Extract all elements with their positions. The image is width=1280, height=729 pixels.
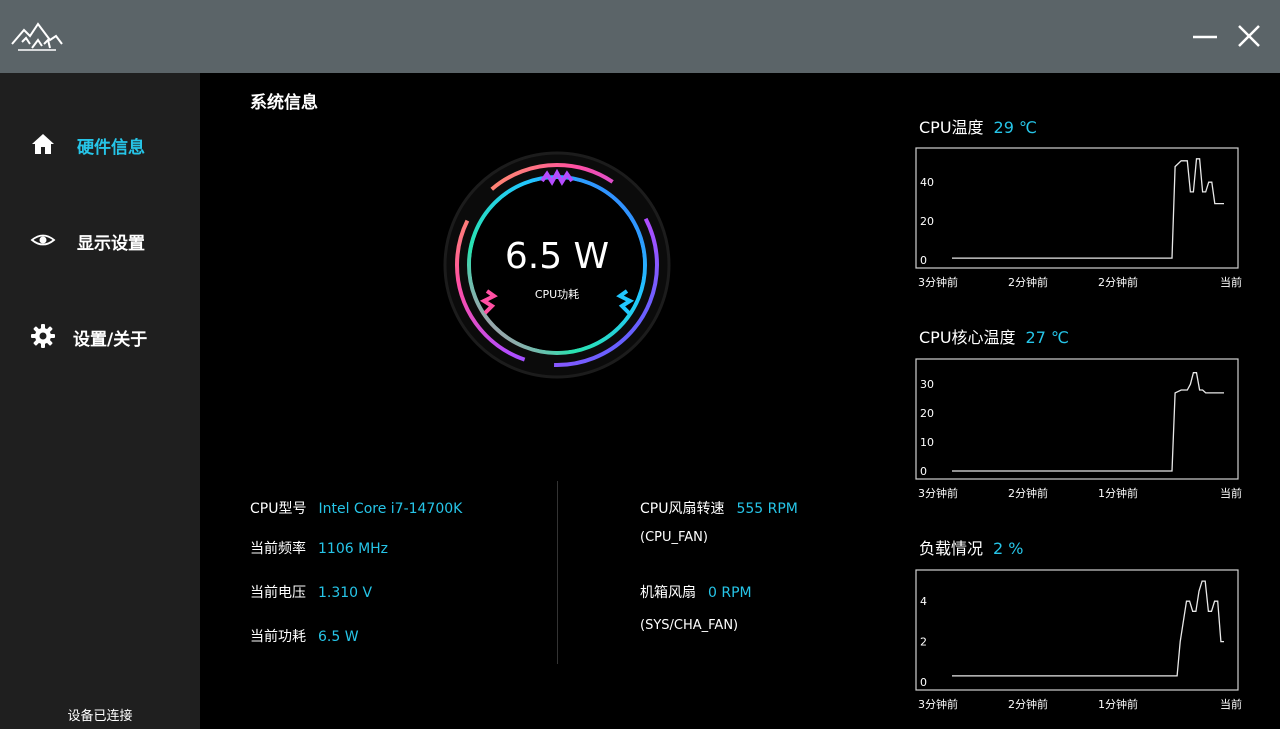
chassis-fan-value: 0 RPM: [708, 585, 752, 601]
gear-icon: [31, 324, 55, 348]
cpu-temp-current: 29 ℃: [993, 118, 1037, 137]
series-line: [952, 372, 1224, 472]
main-panel: 系统信息 6.5 W CPU功耗 CPU型号 Intel Core i7-147…: [200, 73, 1280, 729]
sidebar: 硬件信息 显示设置 设置/关于 设备已连接: [0, 73, 200, 729]
cpu-fan-header: (CPU_FAN): [640, 530, 708, 545]
title-bar: [0, 0, 1280, 73]
minimize-icon[interactable]: [1189, 20, 1221, 52]
cpu-temp-chart: 0 20 40 3分钟前 2分钟前 2分钟前 当前: [915, 147, 1242, 289]
x-tick-label: 3分钟前: [918, 275, 958, 289]
y-tick-label: 20: [920, 215, 934, 228]
y-tick-label: 2: [920, 636, 927, 649]
x-tick-label: 1分钟前: [1098, 697, 1138, 711]
cpu-model-label: CPU型号: [250, 501, 307, 517]
x-tick-label: 2分钟前: [1008, 275, 1048, 289]
y-tick-label: 0: [920, 676, 927, 689]
cpu-core-temp-chart: 0 10 20 30 3分钟前 2分钟前 1分钟前 当前: [915, 358, 1242, 500]
cpu-model-value: Intel Core i7-14700K: [318, 501, 463, 517]
sidebar-item-label: 设置/关于: [73, 330, 148, 350]
eye-icon: [30, 234, 56, 246]
current-frequency-label: 当前频率: [250, 541, 306, 557]
y-tick-label: 30: [920, 378, 934, 391]
close-icon[interactable]: [1233, 20, 1265, 52]
chart-frame: [915, 147, 1239, 269]
y-tick-label: 10: [920, 436, 934, 449]
current-frequency-value: 1106 MHz: [318, 541, 389, 557]
x-tick-label: 2分钟前: [1098, 275, 1138, 289]
page-title: 系统信息: [250, 93, 318, 113]
cpu-fan-speed-row: CPU风扇转速 555 RPM: [640, 498, 798, 518]
x-tick-label: 2分钟前: [1008, 486, 1048, 500]
load-current: 2 %: [993, 539, 1024, 558]
y-tick-label: 0: [920, 254, 927, 267]
chart-frame: [915, 569, 1239, 691]
cpu-core-temp-current: 27 ℃: [1025, 328, 1069, 347]
connection-status: 设备已连接: [67, 709, 133, 724]
cpu-fan-speed-label: CPU风扇转速: [640, 501, 725, 517]
chart-frame: [915, 358, 1239, 480]
cpu-temp-title-label: CPU温度: [919, 118, 984, 137]
x-tick-label: 当前: [1220, 697, 1242, 711]
sidebar-item-hardware-info[interactable]: 硬件信息: [0, 119, 200, 169]
sidebar-item-settings-about[interactable]: 设置/关于: [0, 311, 200, 361]
current-voltage-value: 1.310 V: [318, 585, 373, 601]
sidebar-item-display-settings[interactable]: 显示设置: [0, 215, 200, 265]
home-icon: [32, 134, 54, 154]
info-divider: [557, 481, 558, 664]
chassis-fan-header: (SYS/CHA_FAN): [640, 618, 739, 633]
x-tick-label: 3分钟前: [918, 697, 958, 711]
load-title-label: 负载情况: [919, 539, 984, 558]
chassis-fan-row: 机箱风扇 0 RPM: [640, 582, 752, 602]
cpu-model-row: CPU型号 Intel Core i7-14700K: [250, 498, 462, 518]
chassis-fan-label: 机箱风扇: [640, 585, 696, 601]
cpu-temp-title: CPU温度 29 ℃: [919, 114, 1037, 138]
current-voltage-label: 当前电压: [250, 585, 306, 601]
series-line: [952, 158, 1224, 259]
x-tick-label: 2分钟前: [1008, 697, 1048, 711]
x-tick-label: 当前: [1220, 486, 1242, 500]
load-title: 负载情况 2 %: [919, 535, 1023, 559]
cpu-fan-speed-value: 555 RPM: [736, 501, 798, 517]
x-tick-label: 1分钟前: [1098, 486, 1138, 500]
sidebar-item-label: 硬件信息: [77, 138, 145, 158]
cpu-core-temp-title: CPU核心温度 27 ℃: [919, 324, 1069, 348]
current-power-row: 当前功耗 6.5 W: [250, 626, 359, 646]
x-tick-label: 3分钟前: [918, 486, 958, 500]
y-tick-label: 0: [920, 465, 927, 478]
cpu-power-label: CPU功耗: [534, 288, 580, 301]
load-chart: 0 2 4 3分钟前 2分钟前 1分钟前 当前: [915, 569, 1242, 711]
current-power-value: 6.5 W: [318, 629, 359, 645]
current-power-label: 当前功耗: [250, 629, 306, 645]
cpu-power-value: 6.5 W: [504, 236, 610, 277]
y-tick-label: 4: [920, 595, 927, 608]
current-frequency-row: 当前频率 1106 MHz: [250, 538, 388, 558]
sidebar-item-label: 显示设置: [77, 234, 145, 254]
y-tick-label: 20: [920, 407, 934, 420]
series-line: [952, 580, 1224, 677]
current-voltage-row: 当前电压 1.310 V: [250, 582, 372, 602]
y-tick-label: 40: [920, 176, 934, 189]
x-tick-label: 当前: [1220, 275, 1242, 289]
cpu-core-temp-title-label: CPU核心温度: [919, 328, 1016, 347]
mountain-logo-icon: [11, 22, 63, 51]
